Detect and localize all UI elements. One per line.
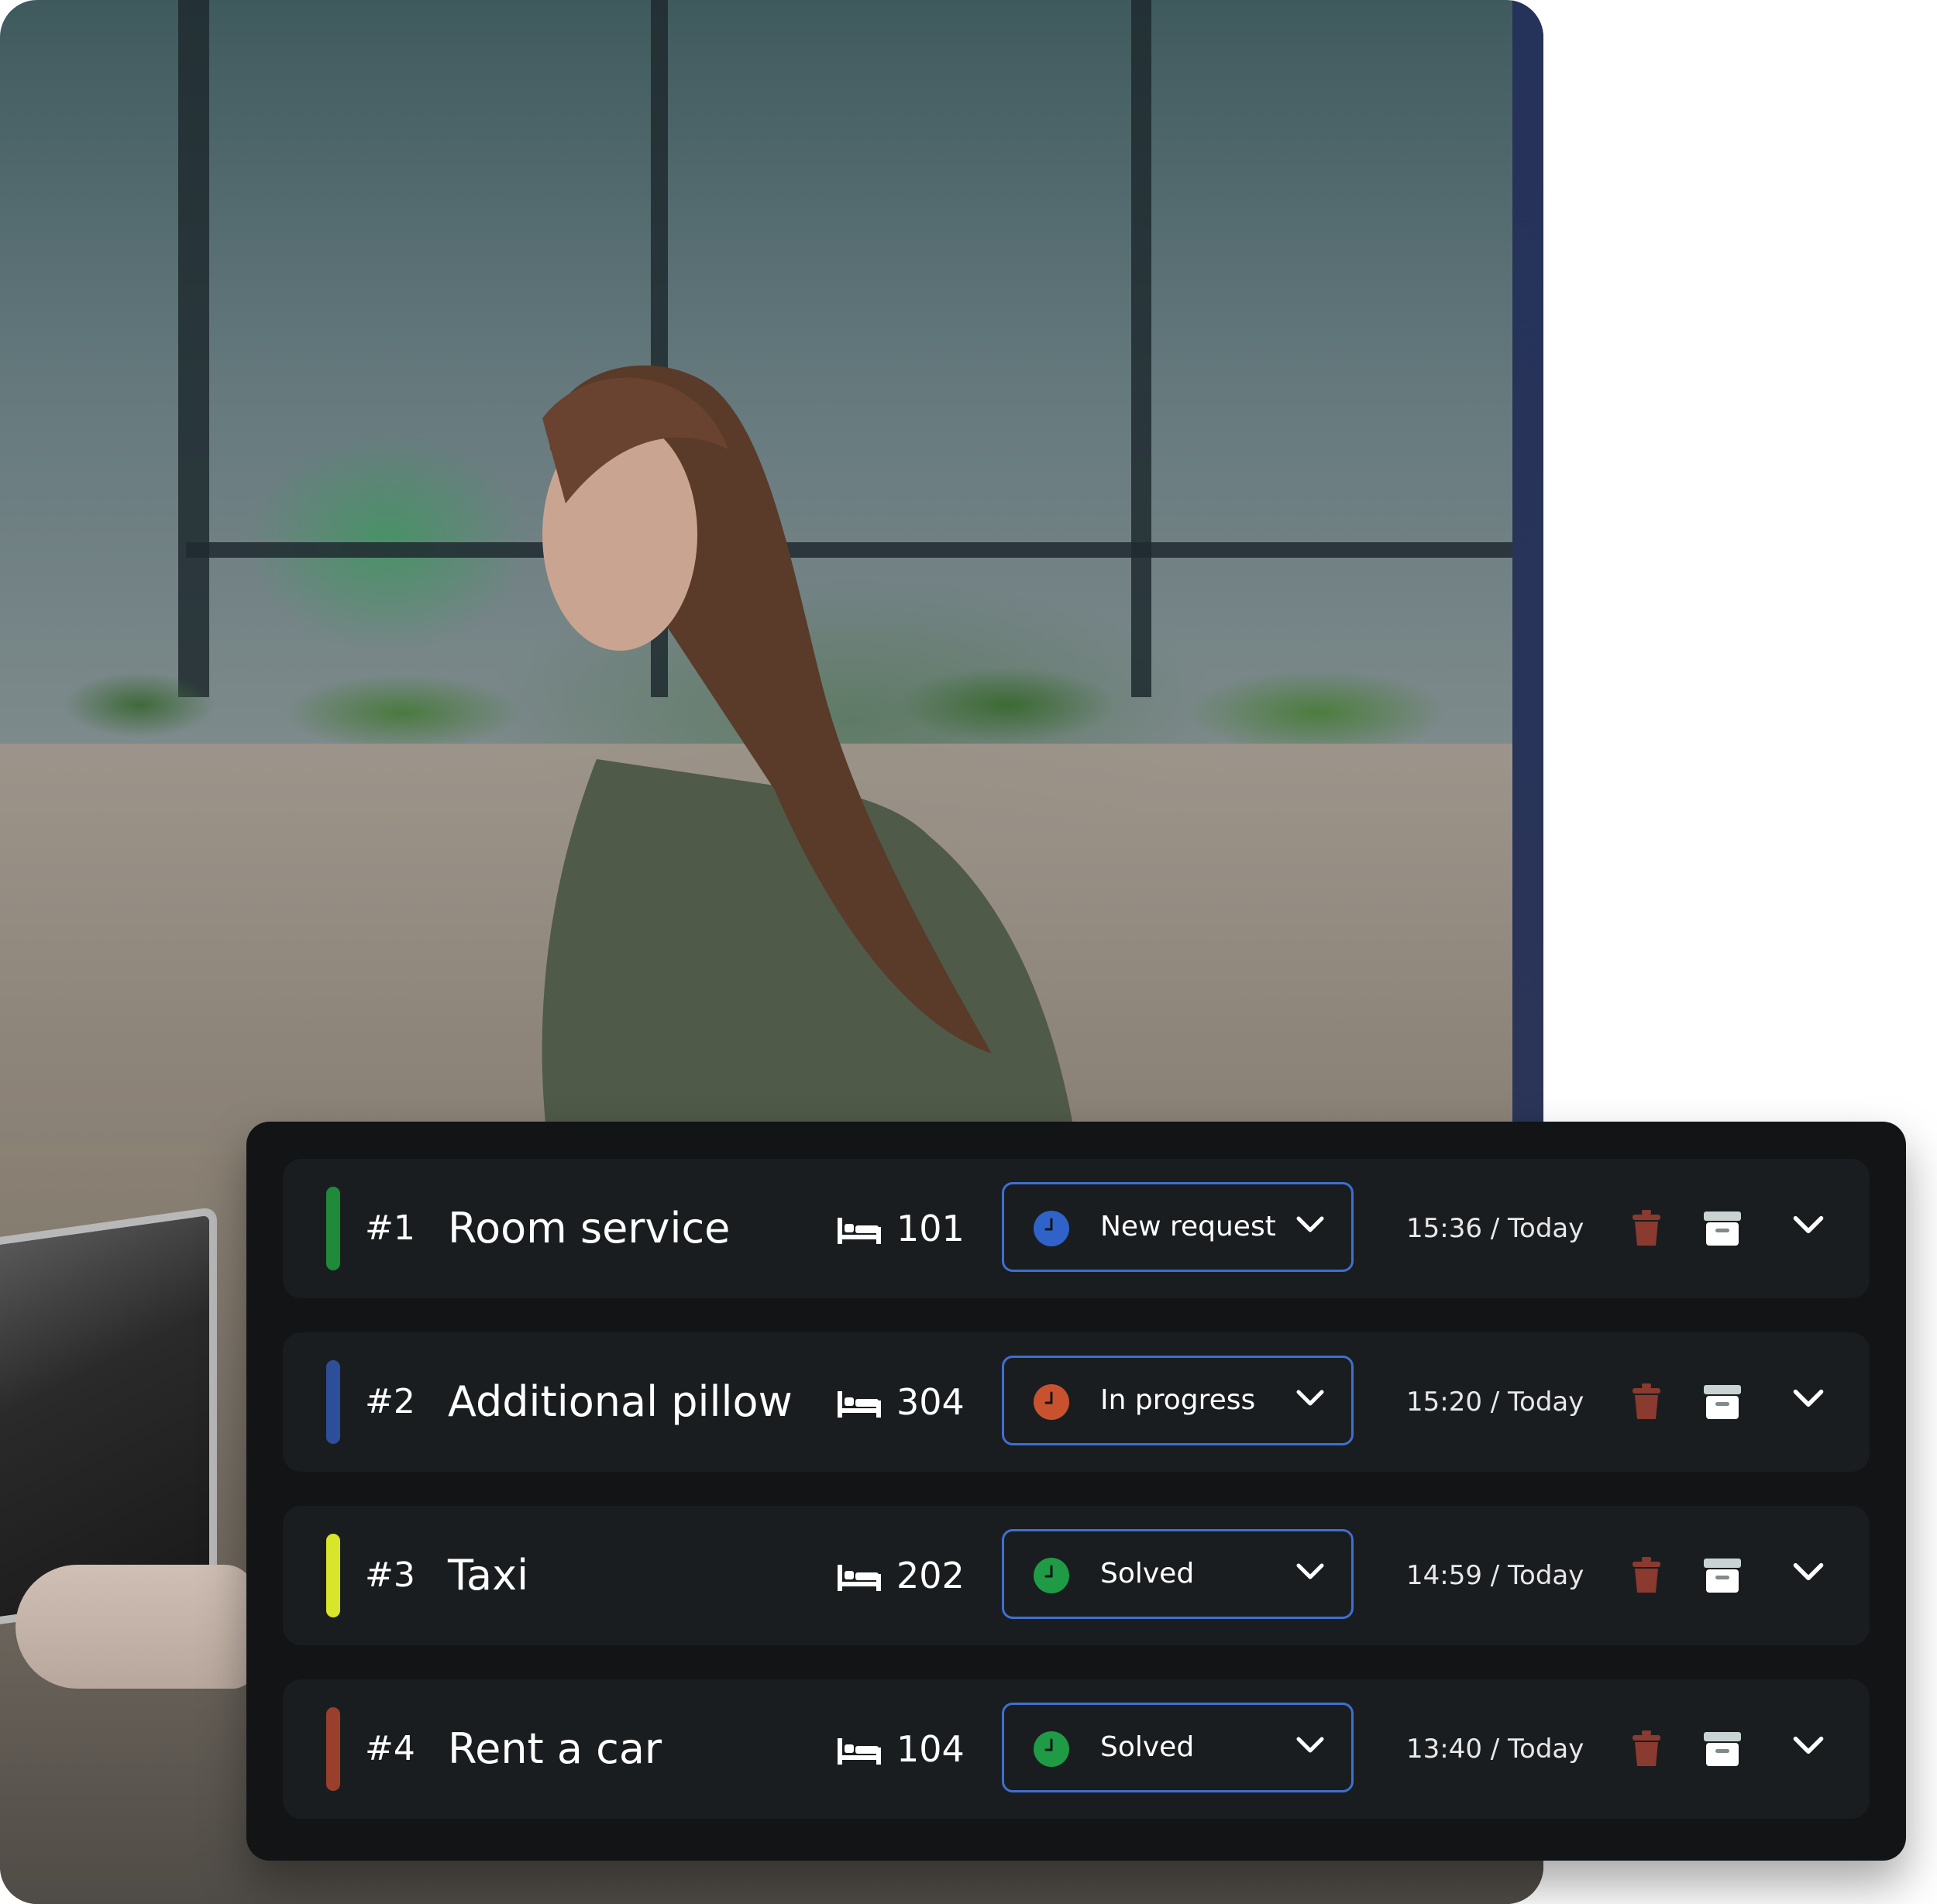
request-title: Room service (448, 1204, 731, 1253)
chevron-down-icon[interactable] (1295, 1562, 1325, 1586)
request-title: Taxi (448, 1551, 529, 1600)
archive-icon[interactable] (1704, 1385, 1741, 1419)
expand-chevron-down-icon[interactable] (1792, 1562, 1825, 1586)
status-label: Solved (1100, 1731, 1195, 1763)
archive-icon[interactable] (1704, 1732, 1741, 1766)
archive-icon[interactable] (1704, 1211, 1741, 1246)
status-dropdown[interactable]: New request (1002, 1182, 1354, 1272)
request-number: #3 (365, 1555, 415, 1595)
photo-edge (1512, 0, 1543, 1123)
request-number: #2 (365, 1382, 415, 1421)
status-label: New request (1100, 1211, 1276, 1242)
window-frame (1131, 0, 1151, 697)
request-number: #1 (365, 1208, 415, 1248)
bed-icon (838, 1738, 881, 1765)
request-time: 15:20 / Today (1406, 1387, 1584, 1418)
request-time: 15:36 / Today (1406, 1213, 1584, 1244)
hand (15, 1565, 256, 1689)
bed-icon (838, 1218, 881, 1244)
clock-icon (1034, 1211, 1069, 1246)
expand-chevron-down-icon[interactable] (1792, 1735, 1825, 1760)
chevron-down-icon[interactable] (1295, 1736, 1325, 1759)
receptionist-figure (542, 365, 1085, 1208)
status-dropdown[interactable]: In progress (1002, 1356, 1354, 1445)
request-row[interactable]: #4 Rent a car 104 Solved 13:40 / Today (283, 1679, 1870, 1819)
room-number: 101 (896, 1208, 965, 1249)
clock-icon (1034, 1384, 1069, 1420)
room-number: 202 (896, 1555, 965, 1596)
bed-icon (838, 1391, 881, 1418)
expand-chevron-down-icon[interactable] (1792, 1215, 1825, 1239)
request-number: #4 (365, 1729, 415, 1768)
status-dropdown[interactable]: Solved (1002, 1529, 1354, 1619)
chevron-down-icon[interactable] (1295, 1215, 1325, 1239)
chevron-down-icon[interactable] (1295, 1389, 1325, 1412)
priority-marker (326, 1707, 340, 1791)
trash-icon[interactable] (1631, 1383, 1662, 1421)
trash-icon[interactable] (1631, 1730, 1662, 1768)
clock-icon (1034, 1731, 1069, 1767)
archive-icon[interactable] (1704, 1559, 1741, 1593)
request-time: 14:59 / Today (1406, 1560, 1584, 1591)
status-label: In progress (1100, 1384, 1256, 1416)
request-title: Rent a car (448, 1724, 662, 1773)
window-frame (178, 0, 209, 697)
priority-marker (326, 1534, 340, 1617)
clock-icon (1034, 1558, 1069, 1593)
request-row[interactable]: #3 Taxi 202 Solved 14:59 / Today (283, 1506, 1870, 1645)
requests-panel: #1 Room service 101 New request 15:36 / Toda… (246, 1122, 1906, 1861)
priority-marker (326, 1360, 340, 1444)
request-row[interactable]: #1 Room service 101 New request 15:36 / Toda… (283, 1159, 1870, 1298)
request-title: Additional pillow (448, 1377, 793, 1426)
room-number: 104 (896, 1728, 965, 1770)
request-row[interactable]: #2 Additional pillow 304 In progress 15:20 /… (283, 1332, 1870, 1472)
expand-chevron-down-icon[interactable] (1792, 1388, 1825, 1413)
status-label: Solved (1100, 1558, 1195, 1590)
trash-icon[interactable] (1631, 1210, 1662, 1247)
room-number: 304 (896, 1381, 965, 1423)
bed-icon (838, 1565, 881, 1591)
trash-icon[interactable] (1631, 1557, 1662, 1594)
request-time: 13:40 / Today (1406, 1734, 1584, 1765)
status-dropdown[interactable]: Solved (1002, 1703, 1354, 1792)
priority-marker (326, 1187, 340, 1270)
